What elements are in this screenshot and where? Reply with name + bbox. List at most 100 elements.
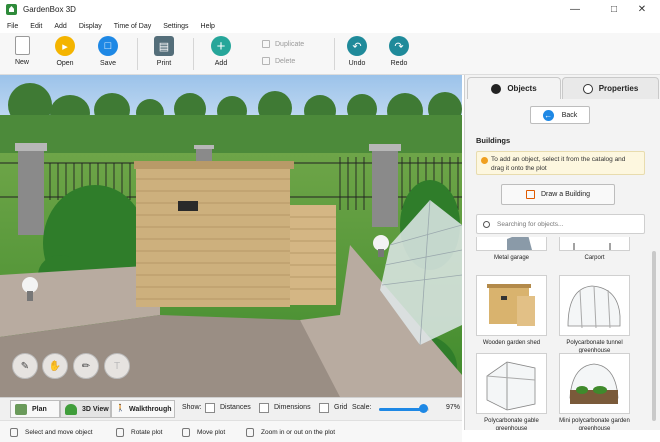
redo-button[interactable]: ↷ Redo bbox=[379, 36, 419, 72]
measure-tool[interactable]: ✏ bbox=[73, 353, 99, 379]
menu-time-of-day[interactable]: Time of Day bbox=[114, 23, 151, 30]
gable-greenhouse-thumbnail-art bbox=[486, 361, 536, 411]
redo-label: Redo bbox=[390, 60, 408, 67]
gear-icon bbox=[582, 83, 593, 94]
plus-icon: + bbox=[211, 36, 231, 56]
toolbar-separator bbox=[193, 38, 194, 70]
draw-building-button[interactable]: Draw a Building bbox=[501, 184, 615, 205]
catalog-item-mini-polycarbonate-garden-greenhouse[interactable]: Mini polycarbonate garden greenhouse bbox=[559, 353, 630, 430]
plan-icon bbox=[15, 403, 27, 415]
info-icon bbox=[481, 157, 488, 164]
pencil-icon bbox=[525, 190, 535, 199]
scale-slider-handle[interactable] bbox=[419, 404, 428, 413]
hint-text: To add an object, select it from the cat… bbox=[491, 156, 626, 172]
undo-button[interactable]: ↶ Undo bbox=[337, 36, 377, 72]
undo-arrow-icon: ↶ bbox=[347, 36, 367, 56]
duplicate-button[interactable]: Duplicate bbox=[262, 40, 304, 48]
back-label: Back bbox=[561, 111, 578, 119]
menu-add[interactable]: Add bbox=[54, 23, 66, 30]
open-label: Open bbox=[56, 60, 74, 67]
close-button[interactable]: ✕ bbox=[624, 0, 660, 19]
item-name: Wooden garden shed bbox=[482, 340, 541, 346]
dimensions-checkbox[interactable] bbox=[259, 403, 269, 413]
trash-icon bbox=[262, 57, 270, 65]
status-rotate-text: Rotate plot bbox=[131, 429, 163, 436]
status-select-text: Select and move object bbox=[25, 429, 93, 436]
select-move-tool[interactable]: ✎ bbox=[12, 353, 38, 379]
hand-icon: ✋ bbox=[48, 360, 62, 372]
print-button[interactable]: ▤ Print bbox=[144, 36, 184, 72]
mouse-wheel-icon bbox=[246, 428, 254, 437]
open-button[interactable]: ▸ Open bbox=[45, 36, 85, 72]
new-button[interactable]: New bbox=[2, 36, 42, 72]
walking-person-icon: 🚶 bbox=[116, 404, 125, 412]
new-label: New bbox=[14, 59, 29, 66]
catalog-item-polycarbonate-tunnel-greenhouse[interactable]: Polycarbonate tunnel greenhouse bbox=[559, 275, 630, 355]
scale-value: 97% bbox=[446, 404, 461, 411]
catalog-item-metal-garage[interactable]: Metal garage bbox=[476, 237, 547, 262]
menu-display[interactable]: Display bbox=[79, 23, 102, 30]
carport-thumbnail-art bbox=[573, 243, 611, 250]
back-arrow-icon: ← bbox=[542, 109, 554, 121]
item-name: Polycarbonate gable greenhouse bbox=[484, 418, 539, 430]
duplicate-label: Duplicate bbox=[275, 40, 305, 48]
walkthrough-button[interactable]: 🚶 Walkthrough bbox=[111, 400, 175, 418]
tab-properties[interactable]: Properties bbox=[562, 77, 659, 99]
ruler-icon: ✏ bbox=[81, 360, 91, 372]
menu-settings[interactable]: Settings bbox=[163, 23, 188, 30]
window-title: GardenBox 3D bbox=[23, 5, 76, 14]
gable-greenhouse-thumbnail bbox=[476, 353, 547, 414]
save-button[interactable]: □ Save bbox=[88, 36, 128, 72]
status-zoom-hint: Zoom in or out on the plot bbox=[246, 428, 335, 437]
tab-objects[interactable]: Objects bbox=[467, 77, 561, 99]
grid-checkbox[interactable] bbox=[319, 403, 329, 413]
delete-button[interactable]: Delete bbox=[262, 57, 295, 65]
hand-select-icon: ✎ bbox=[20, 360, 30, 372]
3d-viewport[interactable]: ✎ ✋ ✏ T bbox=[0, 75, 462, 397]
menu-edit[interactable]: Edit bbox=[30, 23, 42, 30]
status-select-hint: Select and move object bbox=[10, 428, 93, 437]
search-icon bbox=[483, 220, 490, 228]
catalog-scrollbar[interactable] bbox=[652, 251, 656, 421]
hand-pan-tool[interactable]: ✋ bbox=[42, 353, 68, 379]
3d-view-label: 3D View bbox=[82, 405, 109, 413]
undo-label: Undo bbox=[348, 60, 366, 67]
search-placeholder: Searching for objects... bbox=[497, 220, 564, 228]
print-label: Print bbox=[156, 60, 172, 67]
status-move-text: Move plot bbox=[197, 429, 226, 436]
back-button[interactable]: ← Back bbox=[530, 106, 590, 124]
delete-label: Delete bbox=[275, 57, 296, 65]
wooden-shed-thumbnail-art bbox=[487, 284, 535, 326]
grid-label: Grid bbox=[334, 404, 348, 411]
save-icon: □ bbox=[98, 36, 118, 56]
section-heading: Buildings bbox=[476, 136, 511, 145]
item-name: Carport bbox=[584, 255, 605, 261]
toolbar-separator bbox=[334, 38, 335, 70]
add-button[interactable]: + Add bbox=[201, 36, 241, 72]
tunnel-greenhouse-thumbnail-art bbox=[567, 285, 621, 329]
3d-scene bbox=[0, 75, 462, 397]
draw-building-label: Draw a Building bbox=[540, 191, 591, 198]
catalog-item-polycarbonate-gable-greenhouse[interactable]: Polycarbonate gable greenhouse bbox=[476, 353, 547, 430]
new-document-icon bbox=[14, 36, 30, 55]
printer-icon: ▤ bbox=[154, 36, 174, 56]
text-tool[interactable]: T bbox=[104, 353, 130, 379]
plan-view-button[interactable]: Plan bbox=[10, 400, 60, 418]
mouse-middle-icon bbox=[182, 428, 190, 437]
catalog-item-wooden-garden-shed[interactable]: Wooden garden shed bbox=[476, 275, 547, 347]
3d-view-button[interactable]: 3D View bbox=[60, 400, 111, 418]
catalog-item-carport[interactable]: Carport bbox=[559, 237, 630, 262]
status-rotate-hint: Rotate plot bbox=[116, 428, 162, 437]
menu-help[interactable]: Help bbox=[201, 23, 215, 30]
minimize-button[interactable]: — bbox=[557, 0, 593, 19]
show-label: Show: bbox=[182, 404, 202, 411]
save-label: Save bbox=[100, 60, 116, 67]
tab-properties-label: Properties bbox=[598, 84, 639, 93]
distances-checkbox[interactable] bbox=[205, 403, 215, 413]
search-input[interactable]: Searching for objects... bbox=[476, 214, 645, 234]
toolbar: New ▸ Open □ Save ▤ Print + Add Duplicat… bbox=[0, 33, 660, 75]
distances-label: Distances bbox=[220, 404, 251, 411]
toolbar-separator bbox=[137, 38, 138, 70]
tree-icon bbox=[65, 403, 77, 415]
menu-file[interactable]: File bbox=[7, 23, 18, 30]
